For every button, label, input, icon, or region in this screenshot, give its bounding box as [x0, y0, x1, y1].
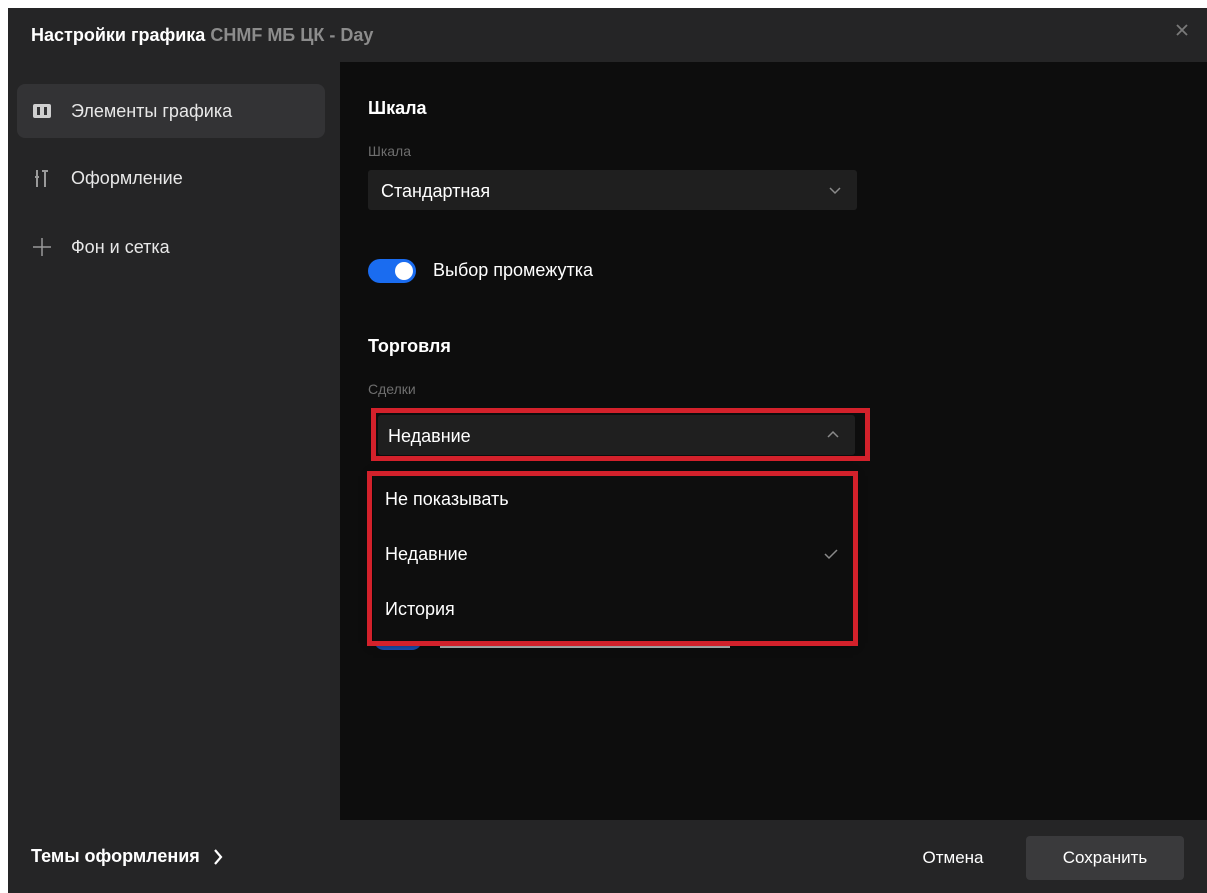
dialog-titlebar: Настройки графика CHMF МБ ЦК - Day [8, 8, 1207, 62]
trades-select[interactable]: Недавние [378, 415, 855, 455]
styling-icon [30, 166, 54, 190]
chevron-down-icon [827, 183, 843, 195]
dropdown-option-label: История [385, 599, 455, 619]
settings-sidebar: Элементы графика Оформление Фон и сетка [8, 62, 340, 820]
range-selection-toggle[interactable] [368, 259, 416, 283]
sidebar-item-label: Оформление [71, 167, 183, 188]
trades-select-value: Недавние [388, 426, 471, 446]
dialog-title-text: Настройки графика [31, 25, 206, 45]
sidebar-item-label: Элементы графика [71, 100, 233, 121]
range-selection-label: Выбор промежутка [433, 260, 593, 280]
chevron-right-icon [212, 848, 224, 866]
themes-link[interactable]: Темы оформления [31, 846, 224, 867]
dialog-footer: Темы оформления Отмена Сохранить [8, 820, 1207, 893]
dropdown-option-label: Не показывать [385, 489, 509, 509]
check-icon [823, 547, 839, 561]
chart-elements-icon [30, 99, 54, 123]
dropdown-option-hide[interactable]: Не показывать [373, 474, 853, 528]
chevron-up-icon [825, 428, 841, 440]
scale-select[interactable]: Стандартная [368, 170, 857, 210]
scale-section-title: Шкала [368, 98, 427, 118]
partially-hidden-toggle[interactable] [374, 640, 422, 650]
dropdown-option-recent[interactable]: Недавние [373, 529, 853, 583]
sidebar-item-styling[interactable]: Оформление [17, 151, 325, 205]
sidebar-item-chart-elements[interactable]: Элементы графика [17, 84, 325, 138]
dialog-title-subject: CHMF МБ ЦК - Day [210, 25, 374, 45]
partially-hidden-label [440, 642, 730, 648]
trading-section-title: Торговля [368, 336, 451, 356]
grid-icon [30, 235, 54, 259]
scale-field-label: Шкала [368, 143, 412, 159]
trades-field-label: Сделки [368, 381, 416, 397]
trades-dropdown-menu: Не показывать Недавние История [373, 474, 853, 641]
toggle-knob [395, 262, 413, 280]
cancel-button[interactable]: Отмена [905, 838, 1001, 878]
close-icon[interactable] [1171, 20, 1193, 42]
settings-content: Шкала Шкала Стандартная Выбор промежутка… [340, 62, 1207, 820]
dropdown-option-history[interactable]: История [373, 584, 853, 638]
save-button[interactable]: Сохранить [1026, 836, 1184, 880]
sidebar-item-background-grid[interactable]: Фон и сетка [17, 220, 325, 274]
dialog-title: Настройки графика CHMF МБ ЦК - Day [31, 25, 373, 46]
scale-select-value: Стандартная [381, 181, 491, 201]
chart-settings-dialog: Настройки графика CHMF МБ ЦК - Day Элеме… [8, 8, 1207, 893]
sidebar-item-label: Фон и сетка [71, 236, 170, 257]
dropdown-option-label: Недавние [385, 544, 468, 564]
themes-link-label: Темы оформления [31, 846, 200, 866]
